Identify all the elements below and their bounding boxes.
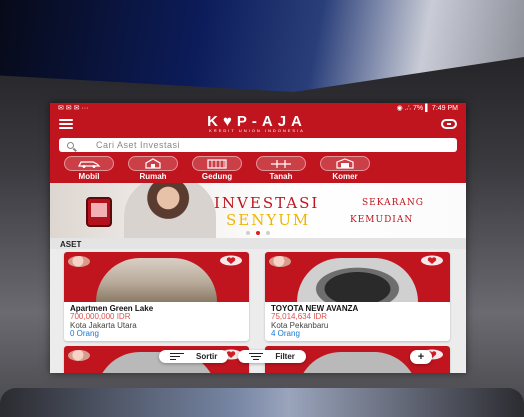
carousel-dot[interactable]	[246, 231, 250, 235]
banner-line2: SENYUM	[226, 211, 311, 229]
sort-button[interactable]: Sortir	[159, 350, 229, 363]
category-label: Komer	[332, 172, 358, 181]
chat-icon[interactable]	[441, 118, 457, 129]
search-bar: Cari Aset Investasi	[50, 135, 466, 156]
banner-line1: INVESTASI	[214, 194, 320, 212]
category-mobil[interactable]: Mobil	[64, 156, 114, 183]
listing-photo	[297, 258, 418, 302]
listing-photo	[96, 258, 217, 302]
promo-banner[interactable]: INVESTASI SEKARANG SENYUM KEMUDIAN	[50, 183, 466, 238]
category-label: Tanah	[269, 172, 293, 181]
filter-button[interactable]: Filter	[238, 350, 306, 363]
avatar	[68, 350, 90, 361]
category-label: Mobil	[78, 172, 100, 181]
filter-icon	[249, 352, 264, 361]
app-bar: K♥P-AJA KREDIT UNION INDONESIA	[50, 112, 466, 135]
listing-photo	[297, 352, 418, 373]
section-title: ASET	[50, 238, 466, 249]
car-icon	[78, 161, 101, 168]
banner-person-image	[124, 183, 216, 238]
app-name: K♥P-AJA	[207, 113, 307, 130]
listing-investor-count: 4 Orang	[271, 329, 300, 339]
carousel-dot[interactable]	[266, 231, 270, 235]
building-icon	[207, 159, 227, 169]
listing-image	[64, 252, 249, 302]
filter-label: Filter	[275, 352, 295, 361]
search-icon	[67, 141, 74, 149]
house-icon	[145, 158, 161, 169]
status-right: ◉ .∴ 7% ▌ 7:49 PM	[396, 104, 458, 112]
category-label: Rumah	[139, 172, 167, 181]
listing-card[interactable]: TOYOTA NEW AVANZA 75,014,634 IDR Kota Pe…	[265, 252, 450, 341]
search-placeholder: Cari Aset Investasi	[96, 140, 181, 150]
carousel-dots	[50, 231, 466, 235]
menu-icon[interactable]	[59, 118, 73, 129]
category-komersial[interactable]: Komer	[320, 156, 370, 183]
app-subtitle: KREDIT UNION INDONESIA	[209, 128, 305, 133]
category-tanah[interactable]: Tanah	[256, 156, 306, 183]
category-label: Gedung	[201, 172, 233, 181]
carousel-dot-active[interactable]	[256, 231, 260, 235]
avatar	[68, 256, 90, 267]
heart-icon[interactable]	[420, 255, 444, 266]
banner-line2-small: KEMUDIAN	[350, 215, 414, 225]
sort-label: Sortir	[196, 352, 218, 361]
sort-icon	[170, 352, 184, 361]
category-rumah[interactable]: Rumah	[128, 156, 178, 183]
status-left-icons: ✉ ✉ ✉ ···	[58, 104, 89, 112]
backdrop-top-shape	[0, 0, 524, 92]
listing-card[interactable]: Apartmen Green Lake 700,000,000 IDR Kota…	[64, 252, 249, 341]
backdrop-bottom-shape	[0, 388, 524, 417]
banner-phone-image	[86, 197, 112, 227]
banner-line1-small: SEKARANG	[362, 198, 424, 208]
listing-investor-count: 0 Orang	[70, 329, 99, 339]
listing-image	[265, 252, 450, 302]
search-input[interactable]: Cari Aset Investasi	[59, 138, 457, 152]
status-bar: ✉ ✉ ✉ ··· ◉ .∴ 7% ▌ 7:49 PM	[50, 103, 466, 112]
app-logo: K♥P-AJA KREDIT UNION INDONESIA	[207, 114, 307, 133]
category-gedung[interactable]: Gedung	[192, 156, 242, 183]
category-bar: Mobil Rumah Gedung Tanah Komer	[50, 156, 466, 183]
shop-icon	[336, 158, 354, 169]
phone-screen: ✉ ✉ ✉ ··· ◉ .∴ 7% ▌ 7:49 PM K♥P-AJA KRED…	[50, 103, 466, 373]
land-icon	[271, 160, 291, 168]
heart-icon[interactable]	[219, 255, 243, 266]
avatar	[269, 256, 291, 267]
add-button[interactable]: +	[410, 350, 432, 364]
sort-filter-bar: Sortir Filter	[159, 350, 306, 363]
